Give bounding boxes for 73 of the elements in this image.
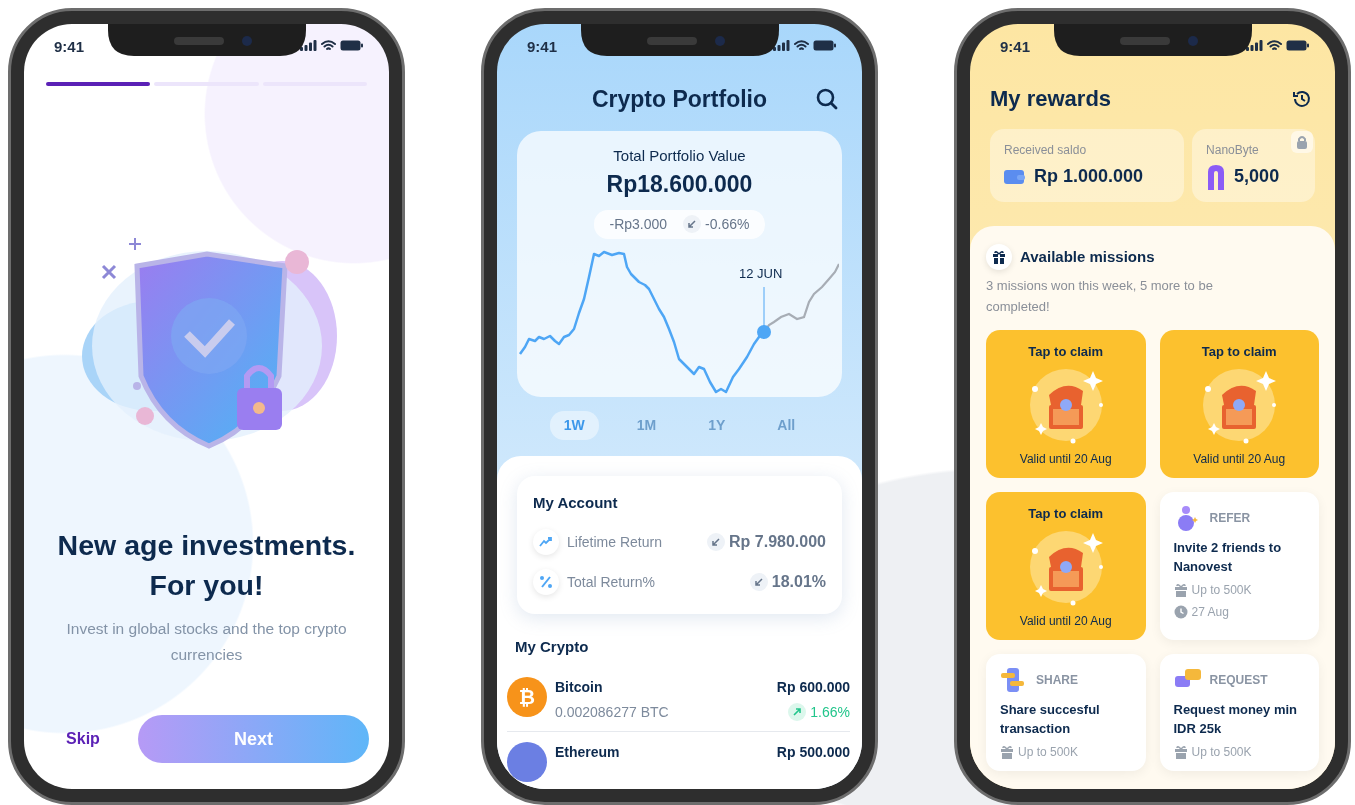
battery-icon	[1286, 40, 1309, 51]
wallet-icon	[1004, 168, 1026, 185]
claim-validity: Valid until 20 Aug	[1019, 612, 1112, 630]
gift-icon	[1173, 582, 1188, 597]
mission-reward: Up to 500K	[1018, 743, 1079, 761]
skip-button[interactable]: Skip	[28, 726, 138, 752]
nanobyte-logo-icon	[1206, 163, 1227, 190]
change-amount: -Rp3.000	[609, 214, 668, 234]
account-row-value: 18.01%	[771, 572, 826, 592]
coin-value: Rp 600.000	[776, 677, 850, 697]
percent-icon	[533, 569, 559, 595]
signal-icon	[300, 40, 317, 51]
trend-up-icon	[533, 529, 559, 555]
change-percent: -0.66%	[705, 214, 750, 234]
onboarding-subtitle: Invest in global stocks and the top crypto currencies	[65, 618, 348, 666]
screen-title: My rewards	[990, 85, 1112, 113]
section-title: My Crypto	[515, 637, 590, 657]
claim-validity: Valid until 20 Aug	[1019, 450, 1112, 468]
clock-icon	[1173, 604, 1188, 619]
coin-amount: 0.002086277 BTC	[555, 702, 669, 722]
claim-title: Tap to claim	[1028, 342, 1104, 361]
gift-icon	[1173, 744, 1188, 759]
balance-label: Received saldo	[1004, 142, 1088, 159]
wifi-icon	[1267, 40, 1282, 51]
mission-category: SHARE	[1036, 671, 1078, 689]
account-row-value: Rp 7.980.000	[729, 532, 826, 552]
portfolio-label: Total Portfolio Value	[613, 145, 746, 166]
wifi-icon	[794, 40, 809, 51]
claim-title: Tap to claim	[1201, 342, 1277, 361]
mission-date: 27 Aug	[1191, 603, 1229, 621]
balance-label: NanoByte	[1206, 142, 1260, 159]
account-row-label: Lifetime Return	[567, 532, 662, 552]
mission-reward: Up to 500K	[1191, 581, 1252, 599]
missions-subtitle: 3 missions won this week, 5 more to be completed!	[986, 277, 1214, 316]
coin-value: Rp 500.000	[776, 742, 850, 762]
mission-card[interactable]: REQUEST Request money min IDR 25k Up to 500K	[1159, 653, 1319, 771]
mission-title: Share succesful transaction	[1000, 700, 1101, 739]
claim-validity: Valid until 20 Aug	[1193, 450, 1286, 468]
coin-name: Ethereum	[555, 742, 620, 762]
claim-title: Tap to claim	[1028, 504, 1104, 523]
account-title: My Account	[533, 492, 619, 513]
claim-card[interactable]: Tap to claim Valid until 20 Aug	[1159, 329, 1319, 478]
wifi-icon	[321, 40, 336, 51]
mission-card[interactable]: SHARE Share succesful transaction Up to 500K	[986, 653, 1146, 771]
coin-name: Bitcoin	[555, 677, 604, 697]
chart-marker-label: 12 JUN	[739, 264, 783, 283]
status-time: 9:41	[527, 37, 558, 57]
account-row-label: Total Return%	[567, 572, 655, 592]
signal-icon	[1246, 40, 1263, 51]
onboarding-title: New age investments. For you!	[56, 528, 357, 603]
balance-value: 5,000	[1234, 165, 1280, 188]
status-time: 9:41	[1000, 37, 1031, 57]
balance-value: Rp 1.000.000	[1034, 165, 1144, 188]
claim-card[interactable]: Tap to claim Valid until 20 Aug	[986, 329, 1146, 478]
section-title: Available missions	[1020, 246, 1155, 267]
mission-reward: Up to 500K	[1191, 743, 1252, 761]
mission-title: Invite 2 friends to Nanovest	[1173, 538, 1283, 577]
mission-title: Request money min IDR 25k	[1173, 700, 1299, 739]
coin-logo: ₿	[507, 676, 547, 717]
coin-change: 1.66%	[810, 702, 850, 722]
search-icon[interactable]	[816, 88, 838, 111]
mission-card[interactable]: REFER Invite 2 friends to Nanovest Up to 500K 27 Aug	[1159, 491, 1319, 640]
gift-icon	[986, 244, 1012, 270]
battery-icon	[813, 40, 836, 51]
screen-title: Crypto Portfolio	[591, 85, 767, 114]
status-time: 9:41	[54, 37, 85, 57]
mission-category: REFER	[1209, 509, 1251, 527]
portfolio-value: Rp18.600.000	[606, 170, 753, 199]
mission-category: REQUEST	[1209, 671, 1268, 689]
claim-card[interactable]: Tap to claim Valid until 20 Aug	[986, 491, 1146, 640]
signal-icon	[773, 40, 790, 51]
battery-icon	[340, 40, 363, 51]
gift-icon	[1000, 744, 1014, 759]
